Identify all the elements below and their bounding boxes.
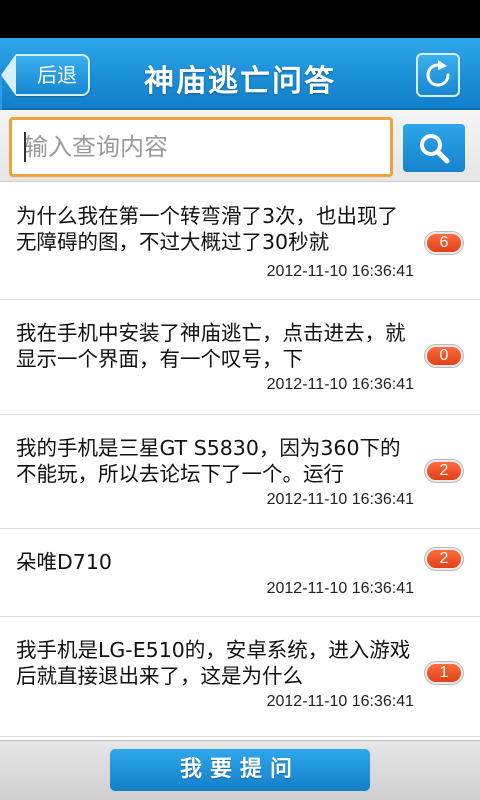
search-input[interactable] xyxy=(9,117,393,177)
question-time: 2012-11-10 16:36:41 xyxy=(266,491,414,508)
ask-question-button[interactable]: 我要提问 xyxy=(110,749,370,791)
search-icon xyxy=(420,134,450,164)
list-item[interactable]: 我手机是LG-E510的，安卓系统，进入游戏后就直接退出来了，这是为什么 201… xyxy=(0,617,480,737)
list-item[interactable]: 我的手机是三星GT S5830，因为360下的不能玩，所以去论坛下了一个。运行 … xyxy=(0,415,480,529)
back-arrow-icon xyxy=(0,54,16,113)
back-button[interactable]: 后退 xyxy=(0,54,90,113)
question-text: 我手机是LG-E510的，安卓系统，进入游戏后就直接退出来了，这是为什么 xyxy=(16,638,411,688)
question-time: 2012-11-10 16:36:41 xyxy=(266,580,414,597)
answer-count-badge: 6 xyxy=(425,232,463,254)
page-title: 神庙逃亡问答 xyxy=(144,64,336,99)
list-item[interactable]: 朵唯D710 2012-11-10 16:36:41 2 xyxy=(0,529,480,617)
question-time: 2012-11-10 16:36:41 xyxy=(266,693,414,710)
text-caret xyxy=(24,132,26,162)
question-time: 2012-11-10 16:36:41 xyxy=(266,376,414,393)
answer-count-badge: 2 xyxy=(425,460,463,482)
question-text: 为什么我在第一个转弯滑了3次，也出现了无障碍的图，不过大概过了30秒就 xyxy=(16,204,399,254)
question-text: 我在手机中安装了神庙逃亡，点击进去，就显示一个界面，有一个叹号，下 xyxy=(16,321,406,371)
question-list: 为什么我在第一个转弯滑了3次，也出现了无障碍的图，不过大概过了30秒就 2012… xyxy=(0,183,480,737)
back-button-label: 后退 xyxy=(37,63,77,87)
bottom-bar: 我要提问 xyxy=(0,740,480,800)
status-bar xyxy=(0,0,480,38)
question-text: 我的手机是三星GT S5830，因为360下的不能玩，所以去论坛下了一个。运行 xyxy=(16,436,401,486)
answer-count-badge: 2 xyxy=(425,548,463,570)
refresh-icon xyxy=(426,60,450,87)
refresh-button[interactable] xyxy=(416,53,460,97)
question-time: 2012-11-10 16:36:41 xyxy=(266,263,414,280)
list-item[interactable]: 为什么我在第一个转弯滑了3次，也出现了无障碍的图，不过大概过了30秒就 2012… xyxy=(0,183,480,300)
list-item[interactable]: 我在手机中安装了神庙逃亡，点击进去，就显示一个界面，有一个叹号，下 2012-1… xyxy=(0,300,480,415)
answer-count-badge: 1 xyxy=(425,662,463,684)
answer-count-badge: 0 xyxy=(425,345,463,367)
search-bar xyxy=(0,110,480,182)
question-text: 朵唯D710 xyxy=(16,550,112,574)
search-button[interactable] xyxy=(403,124,465,172)
title-bar: 后退 神庙逃亡问答 xyxy=(0,38,480,113)
